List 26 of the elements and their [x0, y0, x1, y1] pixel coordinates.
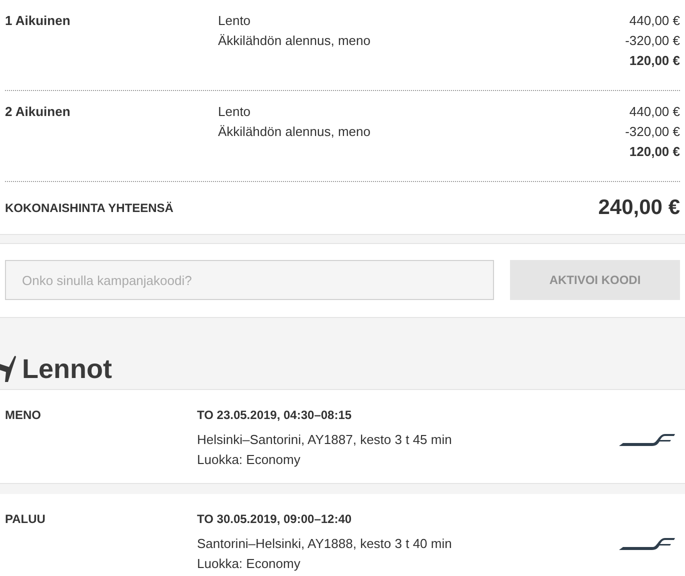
- direction-label: PALUU: [5, 511, 46, 528]
- airplane-icon: [0, 355, 16, 383]
- logo-icon: [619, 432, 675, 446]
- subtotal-amount: 120,00 €: [629, 143, 680, 161]
- section-title: Lennot: [22, 356, 112, 383]
- total-label: KOKONAISHINTA YHTEENSÄ: [5, 200, 174, 217]
- passenger-label: 1 Aikuinen: [5, 12, 72, 29]
- flight-date-time: TO 30.05.2019, 09:00–12:40: [197, 511, 353, 528]
- flight-route: Santorini–Helsinki, AY1888, kesto 3 t 40 min: [197, 535, 453, 553]
- price-line-label: Äkkilähdön alennus, meno: [218, 32, 370, 50]
- flight-class: Luokka: Economy: [197, 451, 302, 469]
- price-line-amount: 440,00 €: [629, 12, 680, 30]
- passenger-label: 2 Aikuinen: [5, 103, 72, 120]
- price-line-amount: 440,00 €: [629, 103, 680, 121]
- flight-class: Luokka: Economy: [197, 555, 302, 573]
- direction-label: MENO: [5, 407, 42, 424]
- price-line-amount: -320,00 €: [625, 32, 680, 50]
- price-line-label: Äkkilähdön alennus, meno: [218, 123, 370, 141]
- logo-icon: [619, 536, 675, 550]
- flight-date-time: TO 23.05.2019, 04:30–08:15: [197, 407, 353, 424]
- total-amount: 240,00 €: [598, 195, 680, 222]
- price-line-label: Lento: [218, 12, 251, 30]
- price-line-label: Lento: [218, 103, 251, 121]
- subtotal-amount: 120,00 €: [629, 52, 680, 70]
- flight-route: Helsinki–Santorini, AY1887, kesto 3 t 45 min: [197, 431, 453, 449]
- price-line-amount: -320,00 €: [625, 123, 680, 141]
